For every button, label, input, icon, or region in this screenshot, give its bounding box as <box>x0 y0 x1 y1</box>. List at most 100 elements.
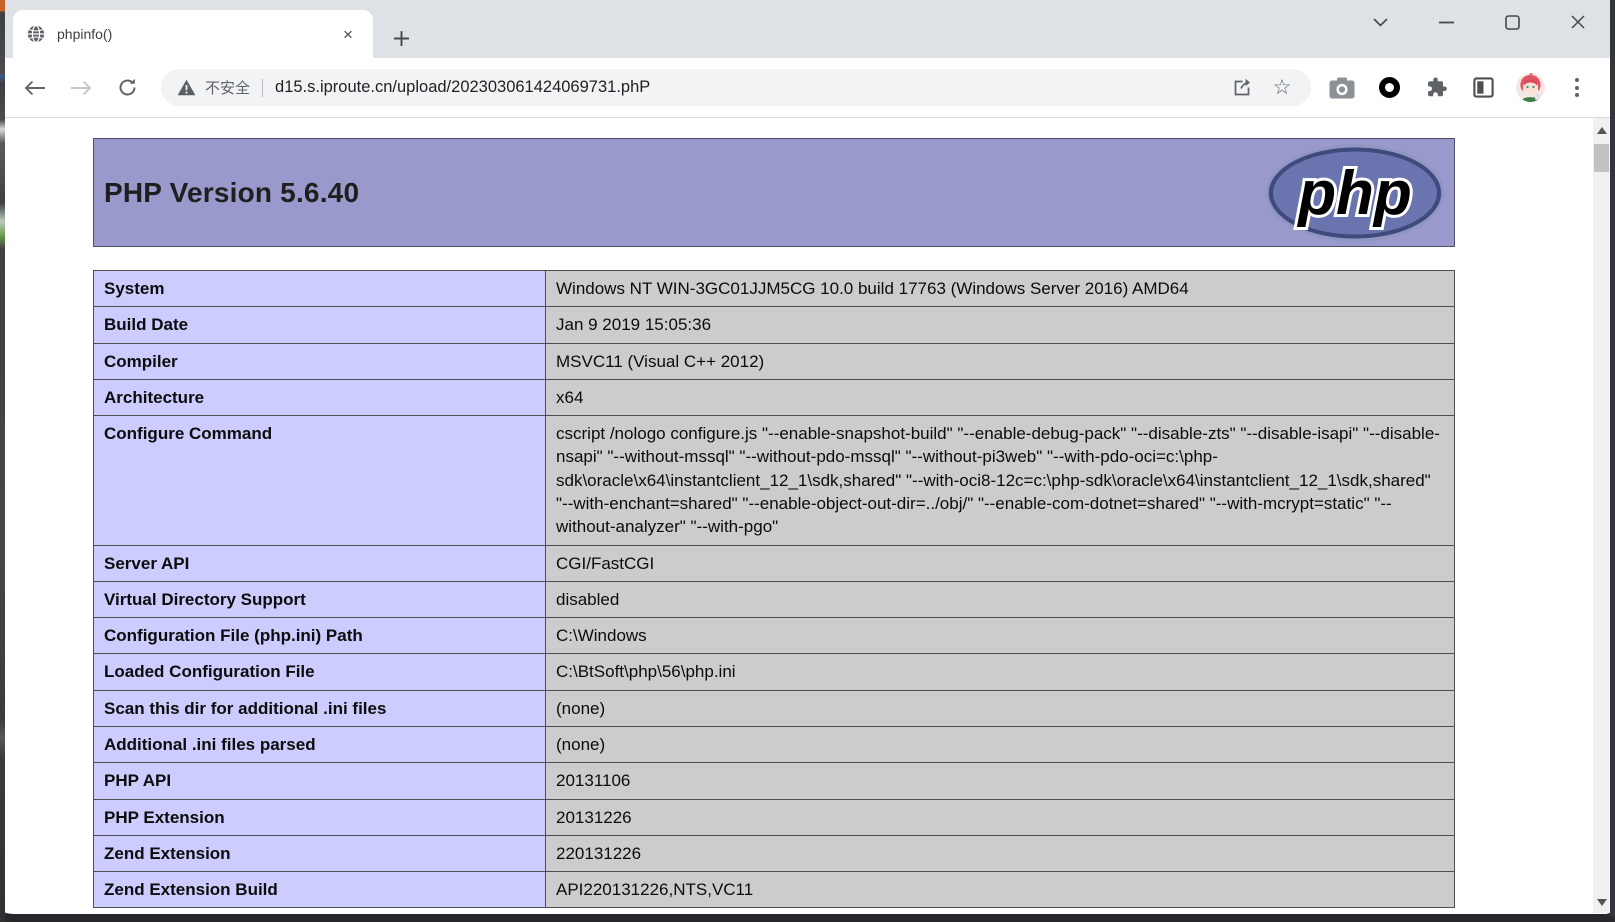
php-info-table: SystemWindows NT WIN-3GC01JJM5CG 10.0 bu… <box>93 270 1455 908</box>
row-value: disabled <box>546 581 1455 617</box>
browser-menu-button[interactable] <box>1562 73 1592 103</box>
scrollbar-thumb[interactable] <box>1594 144 1609 172</box>
tab-strip: phpinfo() × <box>5 0 1610 58</box>
profile-button[interactable] <box>1515 73 1545 103</box>
row-label: PHP API <box>94 763 546 799</box>
row-label: Zend Extension <box>94 835 546 871</box>
minimize-icon <box>1439 21 1454 24</box>
tab-close-icon[interactable]: × <box>337 23 359 45</box>
screenshot-extension-button[interactable] <box>1327 73 1357 103</box>
row-label: Configure Command <box>94 416 546 545</box>
omnibox-separator <box>262 79 263 97</box>
maximize-button[interactable] <box>1494 6 1530 38</box>
table-row: CompilerMSVC11 (Visual C++ 2012) <box>94 343 1455 379</box>
row-label: Architecture <box>94 379 546 415</box>
table-row: Configure Commandcscript /nologo configu… <box>94 416 1455 545</box>
share-button[interactable] <box>1227 73 1257 103</box>
row-label: Virtual Directory Support <box>94 581 546 617</box>
table-row: Scan this dir for additional .ini files(… <box>94 690 1455 726</box>
table-row: Build DateJan 9 2019 15:05:36 <box>94 307 1455 343</box>
row-label: Additional .ini files parsed <box>94 726 546 762</box>
table-row: Additional .ini files parsed(none) <box>94 726 1455 762</box>
row-label: Build Date <box>94 307 546 343</box>
row-label: Server API <box>94 545 546 581</box>
camera-icon <box>1329 77 1355 99</box>
scroll-up-button[interactable] <box>1593 122 1610 139</box>
row-value: 220131226 <box>546 835 1455 871</box>
new-tab-button[interactable] <box>387 24 415 52</box>
scroll-down-button[interactable] <box>1593 894 1610 911</box>
row-value: Windows NT WIN-3GC01JJM5CG 10.0 build 17… <box>546 271 1455 307</box>
php-info-table-body: SystemWindows NT WIN-3GC01JJM5CG 10.0 bu… <box>94 271 1455 908</box>
security-label[interactable]: 不安全 <box>205 77 250 98</box>
url-text[interactable]: d15.s.iproute.cn/upload/2023030614240697… <box>275 78 1217 97</box>
adblock-extension-button[interactable] <box>1374 73 1404 103</box>
table-row: PHP API20131106 <box>94 763 1455 799</box>
php-logo-text: php <box>1296 159 1412 228</box>
row-label: Configuration File (php.ini) Path <box>94 618 546 654</box>
table-row: Configuration File (php.ini) PathC:\Wind… <box>94 618 1455 654</box>
not-secure-warning-icon <box>177 79 196 96</box>
table-row: Virtual Directory Supportdisabled <box>94 581 1455 617</box>
minimize-button[interactable] <box>1428 6 1464 38</box>
forward-button[interactable] <box>61 68 101 108</box>
plus-icon <box>393 30 410 47</box>
row-value: C:\Windows <box>546 618 1455 654</box>
back-button[interactable] <box>15 68 55 108</box>
row-value: 20131106 <box>546 763 1455 799</box>
page-title: PHP Version 5.6.40 <box>104 177 1264 209</box>
navigation-toolbar: 不安全 d15.s.iproute.cn/upload/202303061424… <box>5 58 1610 118</box>
puzzle-icon <box>1425 76 1448 99</box>
page-content: PHP Version 5.6.40 php SystemWindows NT … <box>5 118 1610 913</box>
table-row: Server APICGI/FastCGI <box>94 545 1455 581</box>
search-tabs-button[interactable] <box>1362 6 1398 38</box>
ring-icon <box>1379 77 1400 98</box>
row-value: C:\BtSoft\php\56\php.ini <box>546 654 1455 690</box>
globe-icon <box>27 25 45 43</box>
row-label: Compiler <box>94 343 546 379</box>
close-window-button[interactable] <box>1560 6 1596 38</box>
address-bar[interactable]: 不安全 d15.s.iproute.cn/upload/202303061424… <box>161 69 1311 106</box>
table-row: PHP Extension20131226 <box>94 799 1455 835</box>
row-value: cscript /nologo configure.js "--enable-s… <box>546 416 1455 545</box>
tab-phpinfo[interactable]: phpinfo() × <box>13 10 373 58</box>
table-row: Loaded Configuration FileC:\BtSoft\php\5… <box>94 654 1455 690</box>
row-label: PHP Extension <box>94 799 546 835</box>
php-logo: php <box>1264 143 1446 243</box>
share-icon <box>1232 78 1252 98</box>
reload-button[interactable] <box>107 68 147 108</box>
row-value: x64 <box>546 379 1455 415</box>
extensions-area <box>1327 73 1592 103</box>
reload-icon <box>117 77 138 98</box>
side-panel-button[interactable] <box>1468 73 1498 103</box>
row-label: Loaded Configuration File <box>94 654 546 690</box>
row-value: Jan 9 2019 15:05:36 <box>546 307 1455 343</box>
triangle-down-icon <box>1597 899 1607 906</box>
bookmark-button[interactable]: ☆ <box>1267 73 1297 103</box>
maximize-icon <box>1505 15 1520 30</box>
kebab-menu-icon <box>1575 78 1579 97</box>
row-value: (none) <box>546 690 1455 726</box>
row-value: CGI/FastCGI <box>546 545 1455 581</box>
forward-arrow-icon <box>70 80 92 96</box>
close-icon <box>1571 15 1585 29</box>
chevron-down-icon <box>1373 18 1388 27</box>
table-row: Zend Extension220131226 <box>94 835 1455 871</box>
avatar <box>1516 73 1545 102</box>
row-value: MSVC11 (Visual C++ 2012) <box>546 343 1455 379</box>
extensions-menu-button[interactable] <box>1421 73 1451 103</box>
browser-window: phpinfo() × <box>5 0 1615 922</box>
row-label: System <box>94 271 546 307</box>
row-label: Scan this dir for additional .ini files <box>94 690 546 726</box>
row-value: 20131226 <box>546 799 1455 835</box>
php-version-header: PHP Version 5.6.40 php <box>93 138 1455 247</box>
row-value: (none) <box>546 726 1455 762</box>
row-value: API220131226,NTS,VC11 <box>546 872 1455 908</box>
side-panel-icon <box>1472 76 1495 99</box>
window-controls <box>1362 6 1596 38</box>
table-row: Architecturex64 <box>94 379 1455 415</box>
table-row: Zend Extension BuildAPI220131226,NTS,VC1… <box>94 872 1455 908</box>
triangle-up-icon <box>1597 127 1607 134</box>
tab-title: phpinfo() <box>57 26 337 42</box>
vertical-scrollbar[interactable] <box>1593 118 1610 913</box>
